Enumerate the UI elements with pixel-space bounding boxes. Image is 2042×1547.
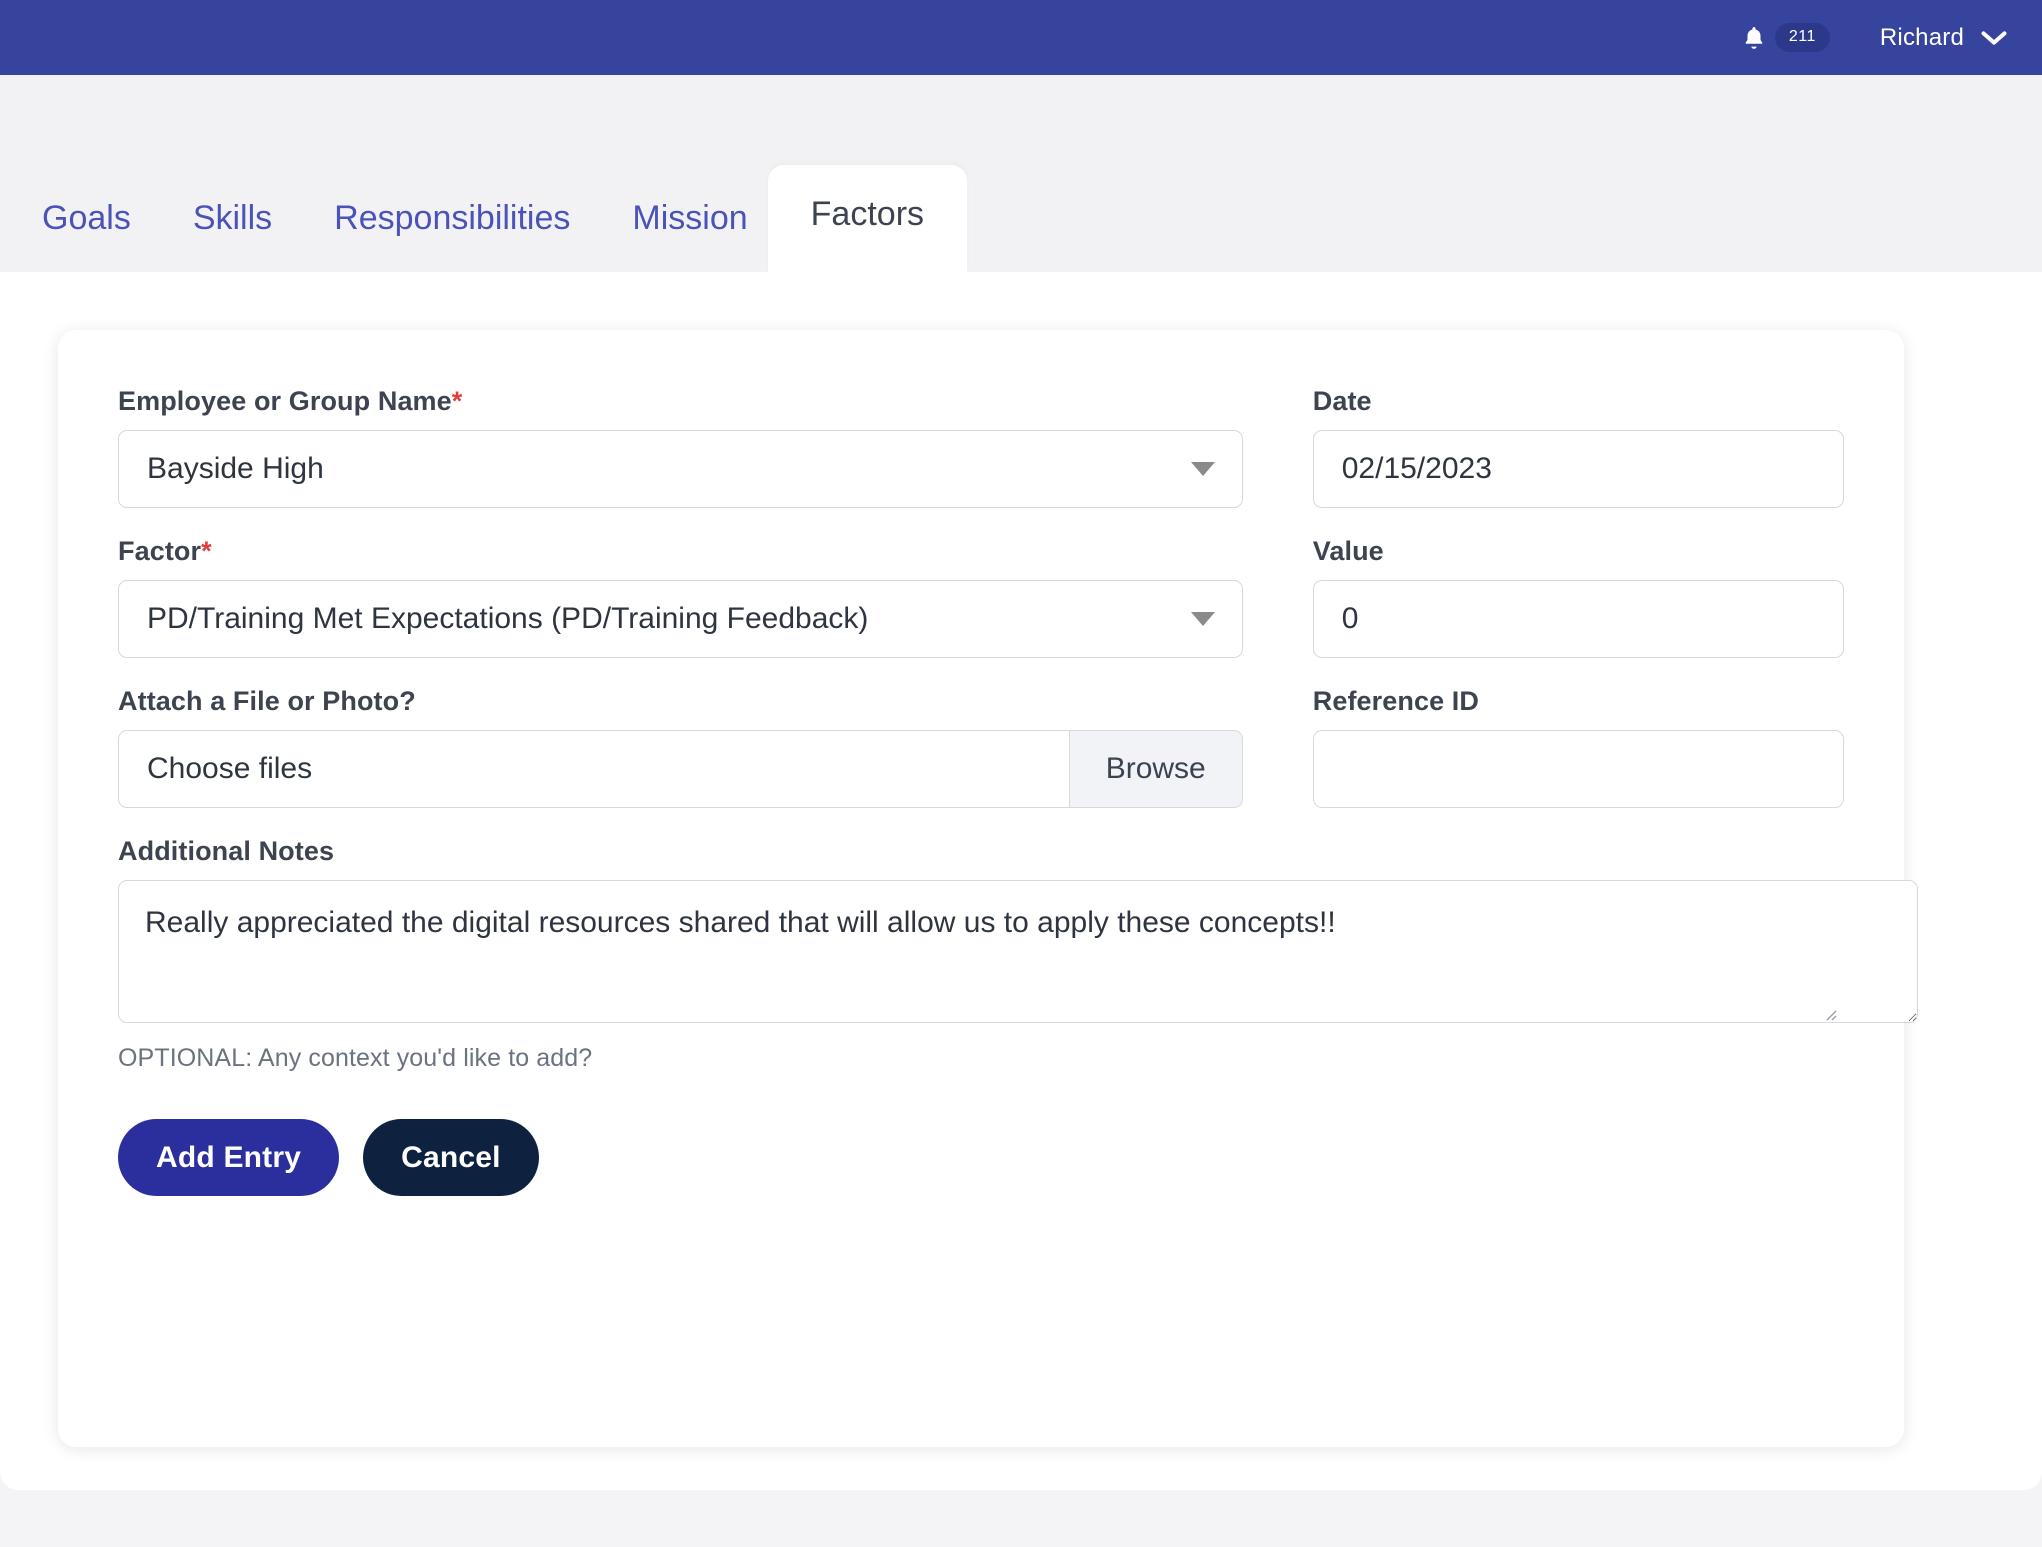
tab-strip: Goals Skills Responsibilities Mission Fa… <box>0 75 2042 272</box>
reference-id-field: Reference ID <box>1312 686 1844 836</box>
top-navigation-bar: 211 Richard <box>0 0 2042 75</box>
notes-label: Additional Notes <box>118 836 335 866</box>
form-actions: Add Entry Cancel <box>118 1119 1844 1196</box>
employee-group-select-wrap: Bayside High <box>118 430 1243 508</box>
tab-responsibilities[interactable]: Responsibilities <box>334 199 570 272</box>
value-field: Value 0 <box>1312 536 1844 686</box>
factor-select[interactable]: PD/Training Met Expectations (PD/Trainin… <box>118 580 1243 658</box>
attachment-field: Attach a File or Photo? Choose files Bro… <box>118 686 1243 836</box>
add-entry-button[interactable]: Add Entry <box>118 1119 340 1196</box>
notes-hint: OPTIONAL: Any context you'd like to add? <box>118 1044 593 1072</box>
user-menu-label[interactable]: Richard <box>1880 24 1964 52</box>
tab-list: Goals Skills Responsibilities Mission Fa… <box>0 152 968 272</box>
employee-group-field: Employee or Group Name* Bayside High <box>118 386 1243 536</box>
tab-skills[interactable]: Skills <box>193 199 272 272</box>
factor-label: Factor* <box>118 536 1243 567</box>
factor-field: Factor* PD/Training Met Expectations (PD… <box>118 536 1243 686</box>
factor-select-wrap: PD/Training Met Expectations (PD/Trainin… <box>118 580 1243 658</box>
reference-id-label: Reference ID <box>1312 686 1480 716</box>
notes-textarea[interactable] <box>118 880 1918 1023</box>
required-asterisk: * <box>451 386 463 416</box>
browse-button[interactable]: Browse <box>1068 731 1242 807</box>
tab-factors[interactable]: Factors <box>767 165 968 272</box>
factor-entry-form: Employee or Group Name* Bayside High Dat… <box>58 330 1918 1196</box>
file-input-text: Choose files <box>147 752 313 785</box>
notification-count-badge[interactable]: 211 <box>1774 23 1830 52</box>
employee-group-label: Employee or Group Name* <box>118 386 1243 417</box>
file-input[interactable]: Choose files Browse <box>118 730 1243 808</box>
value-input[interactable]: 0 <box>1312 580 1844 658</box>
attachment-label: Attach a File or Photo? <box>118 686 416 716</box>
date-label: Date <box>1312 386 1372 416</box>
reference-id-input[interactable] <box>1312 730 1844 808</box>
notes-wrap <box>118 880 1918 1028</box>
chevron-down-icon[interactable] <box>1980 29 2008 47</box>
notes-field: Additional Notes OPTIONAL: Any context y… <box>118 836 1918 1073</box>
factor-label-text: Factor <box>118 536 202 566</box>
employee-group-select[interactable]: Bayside High <box>118 430 1243 508</box>
required-asterisk: * <box>201 536 212 566</box>
notifications-group[interactable]: 211 <box>1741 23 1830 53</box>
content-panel: Employee or Group Name* Bayside High Dat… <box>0 272 2042 1490</box>
topbar-right-group: 211 Richard <box>1741 23 2008 53</box>
form-row-1: Employee or Group Name* Bayside High Dat… <box>118 386 1844 536</box>
form-row-3: Attach a File or Photo? Choose files Bro… <box>118 686 1844 836</box>
bell-icon[interactable] <box>1741 23 1767 53</box>
form-row-2: Factor* PD/Training Met Expectations (PD… <box>118 536 1844 686</box>
factor-entry-card: Employee or Group Name* Bayside High Dat… <box>58 330 1918 1447</box>
value-label: Value <box>1312 536 1384 566</box>
tab-mission[interactable]: Mission <box>632 199 747 272</box>
cancel-button[interactable]: Cancel <box>363 1119 539 1196</box>
date-input[interactable]: 02/15/2023 <box>1312 430 1844 508</box>
date-field: Date 02/15/2023 <box>1312 386 1844 536</box>
employee-group-label-text: Employee or Group Name <box>118 386 452 416</box>
tab-goals[interactable]: Goals <box>42 199 131 272</box>
